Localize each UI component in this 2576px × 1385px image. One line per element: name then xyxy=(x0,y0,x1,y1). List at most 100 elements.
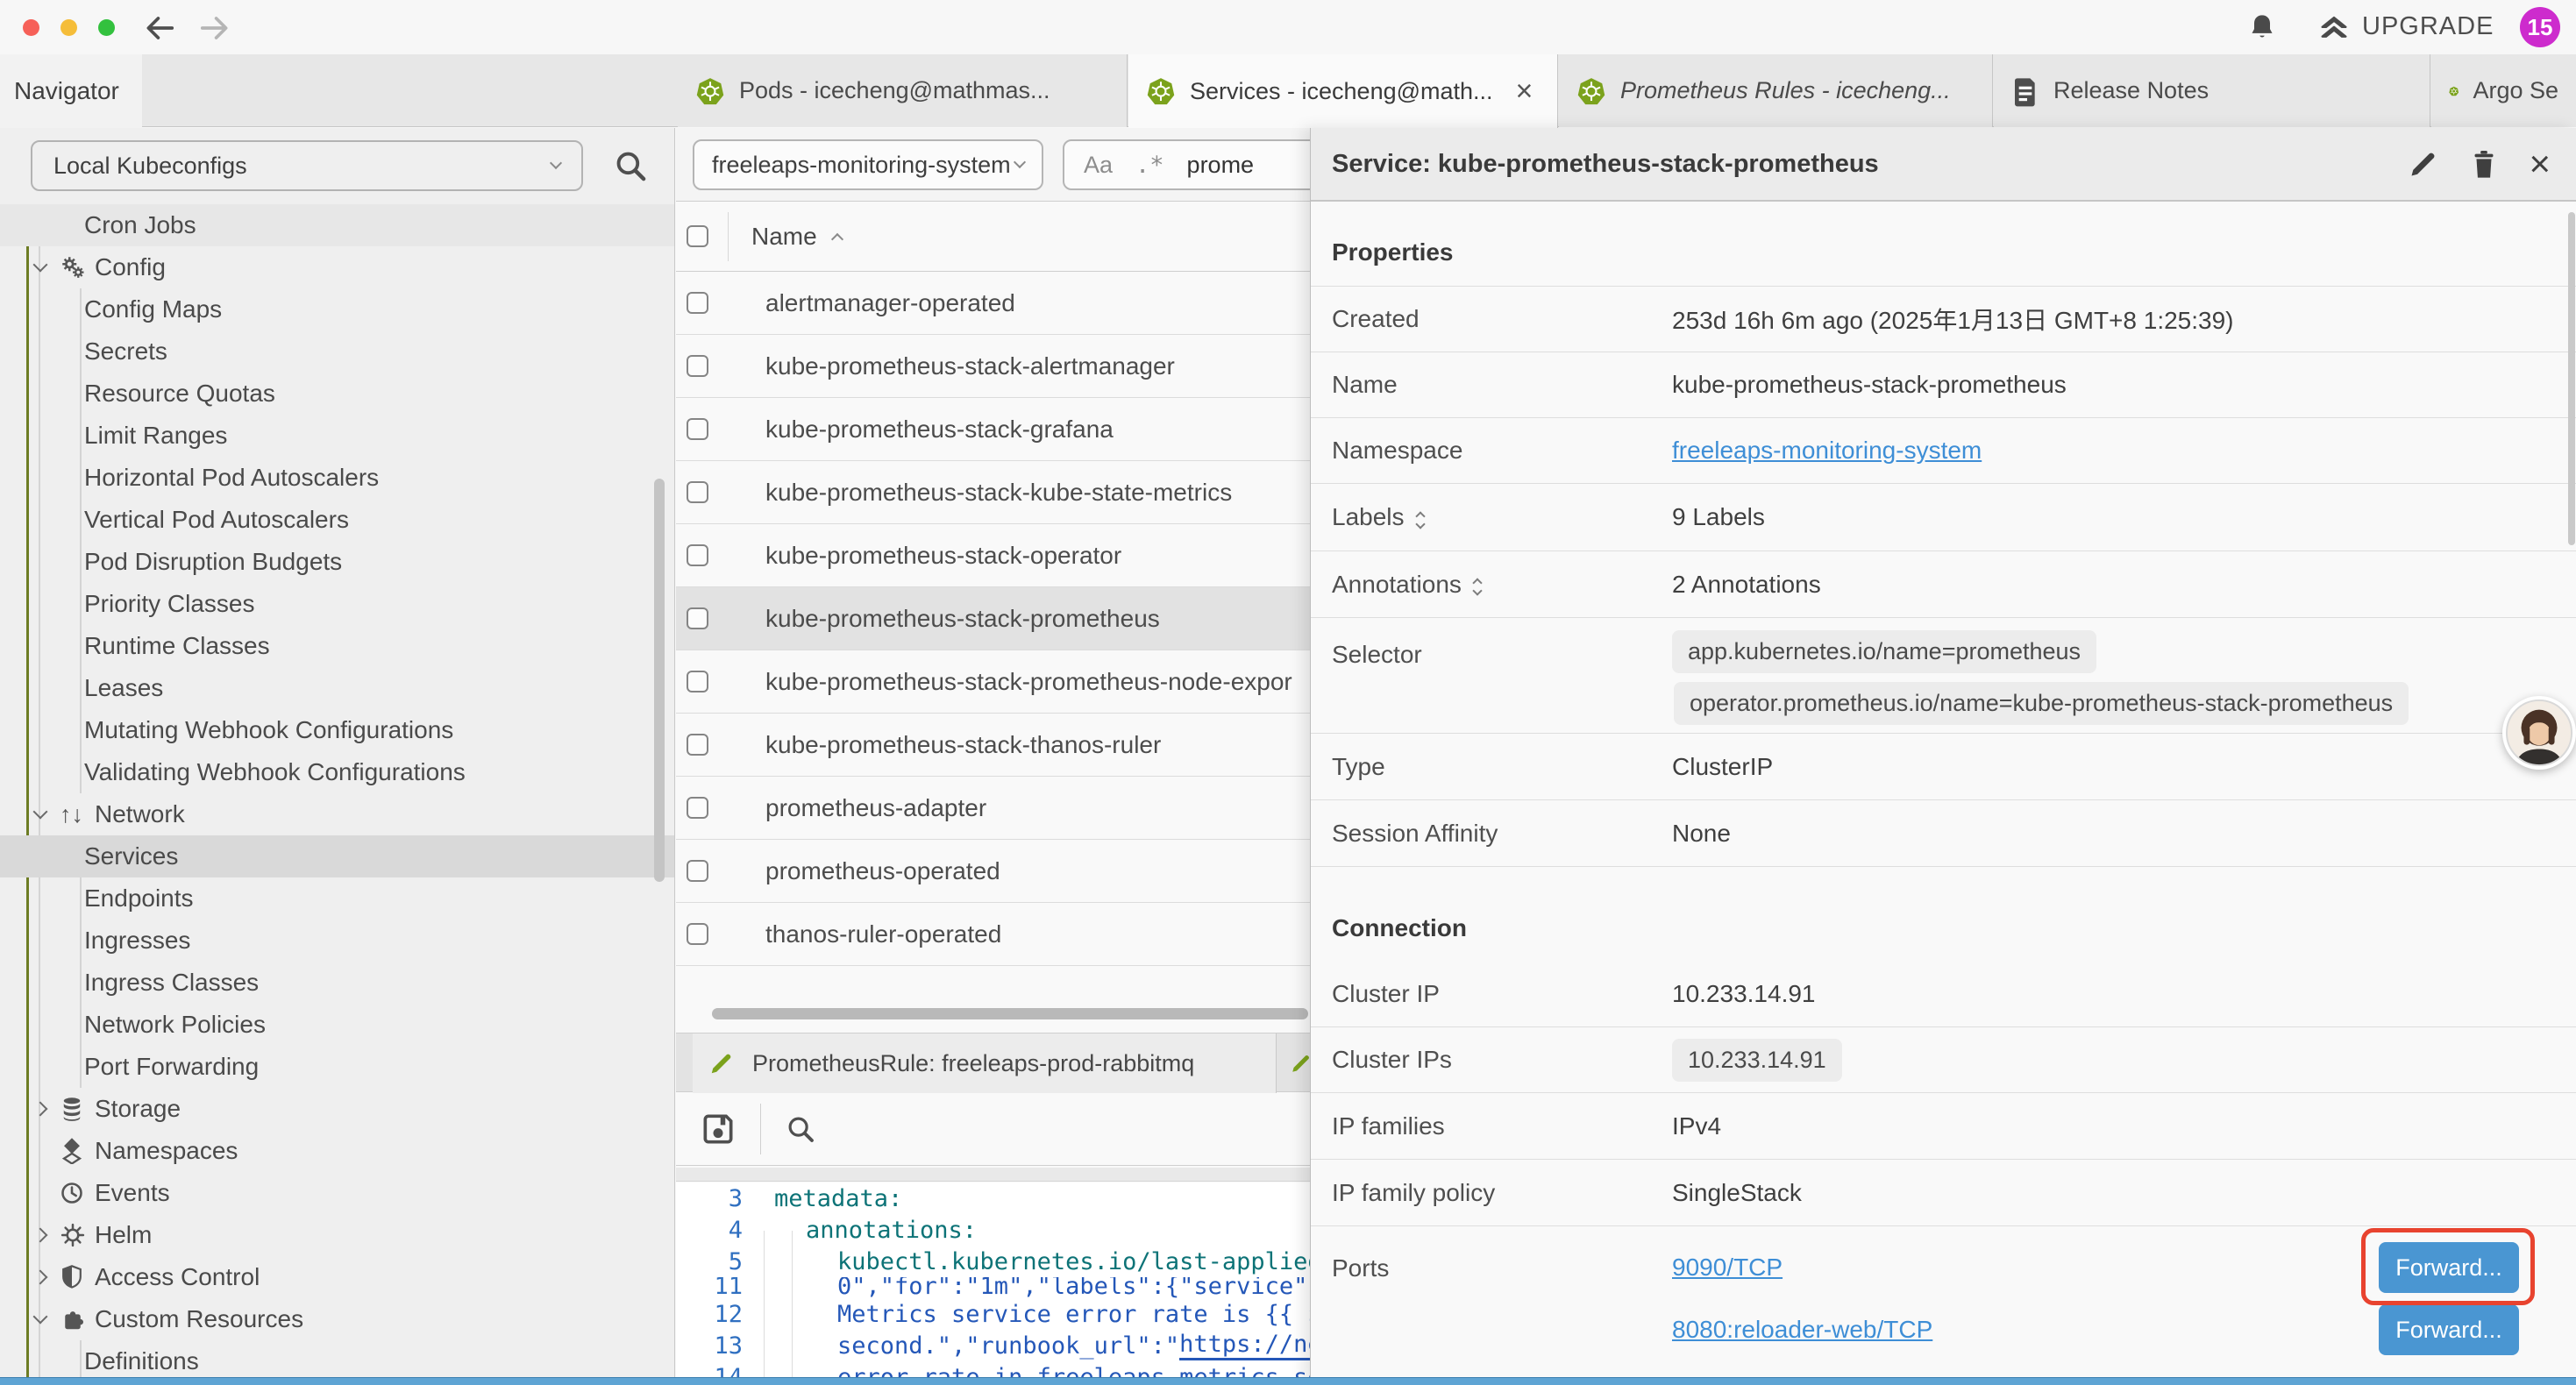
sidebar-item-horizontal-pod-autoscalers[interactable]: Horizontal Pod Autoscalers xyxy=(0,457,675,499)
sidebar-item-validating-webhook-configurations[interactable]: Validating Webhook Configurations xyxy=(0,751,675,793)
editor-tab-prometheusrule[interactable]: PrometheusRule: freeleaps-prod-rabbitmq xyxy=(693,1033,1277,1093)
forward-button-8080[interactable]: Forward... xyxy=(2379,1304,2519,1355)
sidebar-item-access-control[interactable]: Access Control xyxy=(0,1256,675,1298)
save-icon[interactable] xyxy=(699,1110,737,1148)
macos-zoom-button[interactable] xyxy=(98,19,115,36)
row-checkbox[interactable] xyxy=(687,418,708,440)
avatar[interactable] xyxy=(2502,696,2576,770)
port-link-9090[interactable]: 9090/TCP xyxy=(1672,1254,1783,1282)
sidebar-item-leases[interactable]: Leases xyxy=(0,667,675,709)
row-checkbox[interactable] xyxy=(687,607,708,629)
table-row[interactable]: prometheus-adapter xyxy=(676,777,1310,840)
detail-row-ip-family-policy: IP family policy SingleStack xyxy=(1311,1160,2576,1226)
sidebar-item-limit-ranges[interactable]: Limit Ranges xyxy=(0,415,675,457)
editor-tab-partial[interactable] xyxy=(1277,1033,1310,1093)
sidebar-item-storage[interactable]: Storage xyxy=(0,1088,675,1130)
namespace-link[interactable]: freeleaps-monitoring-system xyxy=(1672,437,1982,465)
table-row[interactable]: kube-prometheus-stack-kube-state-metrics xyxy=(676,461,1310,524)
edit-pencil-icon[interactable] xyxy=(2408,148,2439,180)
table-row-selected[interactable]: kube-prometheus-stack-prometheus xyxy=(676,587,1310,650)
tab-prometheus-rules[interactable]: Prometheus Rules - icecheng... xyxy=(1559,54,1993,127)
yaml-url-link[interactable]: https://net xyxy=(1179,1331,1310,1360)
section-heading-properties: Properties xyxy=(1332,238,2576,266)
tab-argo[interactable]: Argo Se xyxy=(2431,54,2576,127)
table-row[interactable]: kube-prometheus-stack-thanos-ruler xyxy=(676,714,1310,777)
sidebar-item-ingresses[interactable]: Ingresses xyxy=(0,920,675,962)
search-icon[interactable] xyxy=(612,147,649,184)
detail-scrollbar[interactable] xyxy=(2568,212,2575,545)
tab-pods[interactable]: Pods - icecheng@mathmas... xyxy=(678,54,1128,127)
sidebar-item-runtime-classes[interactable]: Runtime Classes xyxy=(0,625,675,667)
macos-minimize-button[interactable] xyxy=(60,19,77,36)
pencil-icon xyxy=(1290,1050,1310,1076)
yaml-editor[interactable]: 3metadata: 4annotations: 5kubectl.kubern… xyxy=(676,1183,1310,1385)
delete-trash-icon[interactable] xyxy=(2469,147,2499,181)
kubeconfig-select[interactable]: Local Kubeconfigs xyxy=(31,140,583,191)
sidebar-item-network-policies[interactable]: Network Policies xyxy=(0,1004,675,1046)
sidebar-item-port-forwarding[interactable]: Port Forwarding xyxy=(0,1046,675,1088)
table-row[interactable]: kube-prometheus-stack-prometheus-node-ex… xyxy=(676,650,1310,714)
sidebar-item-helm[interactable]: Helm xyxy=(0,1214,675,1256)
column-header-name[interactable]: Name xyxy=(751,223,817,251)
table-row[interactable]: alertmanager-operated xyxy=(676,272,1310,335)
window-titlebar: UPGRADE 15 xyxy=(0,0,2576,54)
tab-services[interactable]: Services - icecheng@math... × xyxy=(1128,54,1558,128)
macos-close-button[interactable] xyxy=(23,19,39,36)
row-checkbox[interactable] xyxy=(687,923,708,945)
sidebar-item-secrets[interactable]: Secrets xyxy=(0,330,675,373)
sidebar-item-definitions[interactable]: Definitions xyxy=(0,1340,675,1382)
sidebar-item-mutating-webhook-configurations[interactable]: Mutating Webhook Configurations xyxy=(0,709,675,751)
sidebar-item-config[interactable]: Config xyxy=(0,246,675,288)
row-checkbox[interactable] xyxy=(687,734,708,756)
select-all-checkbox[interactable] xyxy=(687,225,708,247)
row-checkbox[interactable] xyxy=(687,481,708,503)
row-checkbox[interactable] xyxy=(687,544,708,566)
horizontal-scrollbar[interactable] xyxy=(712,1008,1308,1019)
row-checkbox[interactable] xyxy=(687,860,708,882)
row-checkbox[interactable] xyxy=(687,797,708,819)
table-row[interactable]: prometheus-operated xyxy=(676,840,1310,903)
yaml-string: Metrics service error rate is {{ $va xyxy=(837,1301,1310,1328)
sidebar-item-pod-disruption-budgets[interactable]: Pod Disruption Budgets xyxy=(0,541,675,583)
match-case-toggle[interactable]: Aa xyxy=(1084,152,1113,179)
sidebar-item-ingress-classes[interactable]: Ingress Classes xyxy=(0,962,675,1004)
close-icon[interactable]: × xyxy=(1516,76,1534,106)
sidebar-item-cron-jobs[interactable]: Cron Jobs xyxy=(0,204,675,246)
close-icon[interactable]: × xyxy=(2529,146,2551,182)
regex-toggle[interactable]: .* xyxy=(1135,152,1164,179)
tab-release-notes[interactable]: Release Notes xyxy=(1994,54,2430,127)
table-row[interactable]: kube-prometheus-stack-operator xyxy=(676,524,1310,587)
sidebar-item-config-maps[interactable]: Config Maps xyxy=(0,288,675,330)
forward-arrow-icon[interactable] xyxy=(198,11,231,45)
sidebar-item-network[interactable]: ↑↓ Network xyxy=(0,793,675,835)
sidebar-item-endpoints[interactable]: Endpoints xyxy=(0,877,675,920)
sidebar-scrollbar[interactable] xyxy=(654,479,665,882)
sidebar-item-custom-resources[interactable]: Custom Resources xyxy=(0,1298,675,1340)
namespace-select[interactable]: freeleaps-monitoring-system xyxy=(693,139,1043,190)
sidebar-item-namespaces[interactable]: Namespaces xyxy=(0,1130,675,1172)
table-row[interactable]: kube-prometheus-stack-grafana xyxy=(676,398,1310,461)
sidebar-item-services[interactable]: Services xyxy=(0,835,675,877)
profile-badge[interactable]: 15 xyxy=(2520,7,2560,47)
expand-collapse-icon[interactable] xyxy=(1417,508,1424,528)
row-checkbox[interactable] xyxy=(687,671,708,692)
navigator-panel-tab[interactable]: Navigator xyxy=(0,54,142,128)
row-checkbox[interactable] xyxy=(687,292,708,314)
expand-collapse-icon[interactable] xyxy=(1474,574,1481,594)
list-search-input[interactable]: Aa .* prome xyxy=(1063,139,1310,190)
sidebar-item-resource-quotas[interactable]: Resource Quotas xyxy=(0,373,675,415)
port-link-8080[interactable]: 8080:reloader-web/TCP xyxy=(1672,1316,1932,1344)
upgrade-label: UPGRADE xyxy=(2362,12,2494,41)
table-row[interactable]: thanos-ruler-operated xyxy=(676,903,1310,966)
sidebar-item-vertical-pod-autoscalers[interactable]: Vertical Pod Autoscalers xyxy=(0,499,675,541)
sidebar-item-priority-classes[interactable]: Priority Classes xyxy=(0,583,675,625)
detail-row-ip-families: IP families IPv4 xyxy=(1311,1093,2576,1160)
editor-search-icon[interactable] xyxy=(784,1112,817,1146)
upgrade-button[interactable]: UPGRADE xyxy=(2316,9,2494,44)
sort-ascending-icon[interactable] xyxy=(831,232,843,245)
back-arrow-icon[interactable] xyxy=(143,11,176,45)
table-row[interactable]: kube-prometheus-stack-alertmanager xyxy=(676,335,1310,398)
notifications-bell-icon[interactable] xyxy=(2245,11,2280,46)
row-checkbox[interactable] xyxy=(687,355,708,377)
sidebar-item-events[interactable]: Events xyxy=(0,1172,675,1214)
